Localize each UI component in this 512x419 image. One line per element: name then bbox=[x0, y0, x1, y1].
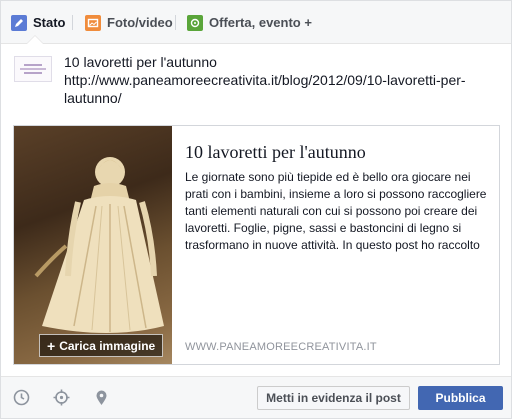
offer-icon bbox=[187, 14, 203, 31]
preview-description-line: Le giornate sono più tiepide ed è bello … bbox=[185, 170, 471, 184]
upload-image-label: Carica immagine bbox=[59, 338, 156, 353]
tab-divider bbox=[72, 15, 73, 30]
tab-offer-event[interactable]: Offerta, evento + bbox=[187, 1, 312, 44]
photo-icon bbox=[85, 14, 101, 31]
preview-description-line: trasformano in nuove attività. In questo… bbox=[185, 238, 480, 252]
post-composer: Stato Foto/video Offerta, evento + 10 la… bbox=[0, 0, 512, 419]
post-text-line: 10 lavoretti per l'autunno bbox=[64, 54, 217, 70]
tab-photo-video[interactable]: Foto/video bbox=[85, 1, 173, 44]
post-text-line: http://www.paneamoreecreativita.it/blog/… bbox=[64, 72, 466, 88]
composer-footer: Metti in evidenza il post Pubblica bbox=[1, 376, 511, 418]
clock-icon[interactable] bbox=[13, 389, 30, 406]
post-text-input[interactable]: 10 lavoretti per l'autunno http://www.pa… bbox=[64, 53, 504, 107]
tab-status-label: Stato bbox=[33, 15, 66, 30]
composer-tabs: Stato Foto/video Offerta, evento + bbox=[1, 1, 511, 44]
active-tab-pointer-fill bbox=[27, 36, 43, 44]
avatar bbox=[14, 56, 52, 82]
preview-description-line: tanti elementi naturali con cui si posso… bbox=[185, 204, 478, 218]
tab-photo-label: Foto/video bbox=[107, 15, 173, 30]
upload-image-button[interactable]: + Carica immagine bbox=[39, 334, 164, 357]
link-preview-card[interactable]: + Carica immagine 10 lavoretti per l'aut… bbox=[13, 125, 500, 365]
target-icon[interactable] bbox=[53, 389, 70, 406]
plus-icon: + bbox=[47, 337, 56, 354]
preview-description-line: prati con i bambini, insieme a loro si p… bbox=[185, 187, 487, 201]
tab-divider bbox=[175, 15, 176, 30]
location-pin-icon[interactable] bbox=[93, 389, 110, 406]
preview-title: 10 lavoretti per l'autunno bbox=[185, 142, 366, 162]
tab-offer-label: Offerta, evento + bbox=[209, 15, 312, 30]
publish-button[interactable]: Pubblica bbox=[418, 386, 503, 410]
preview-description: Le giornate sono più tiepide ed è bello … bbox=[185, 169, 491, 254]
post-text-line: lautunno/ bbox=[64, 90, 122, 106]
preview-description-line: lavoretti. Foglie, pigne, sassi e baston… bbox=[185, 221, 462, 235]
preview-domain: WWW.PANEAMOREECREATIVITA.IT bbox=[185, 341, 377, 353]
pencil-icon bbox=[11, 14, 27, 31]
preview-image: + Carica immagine bbox=[14, 126, 172, 364]
boost-post-button[interactable]: Metti in evidenza il post bbox=[257, 386, 410, 410]
